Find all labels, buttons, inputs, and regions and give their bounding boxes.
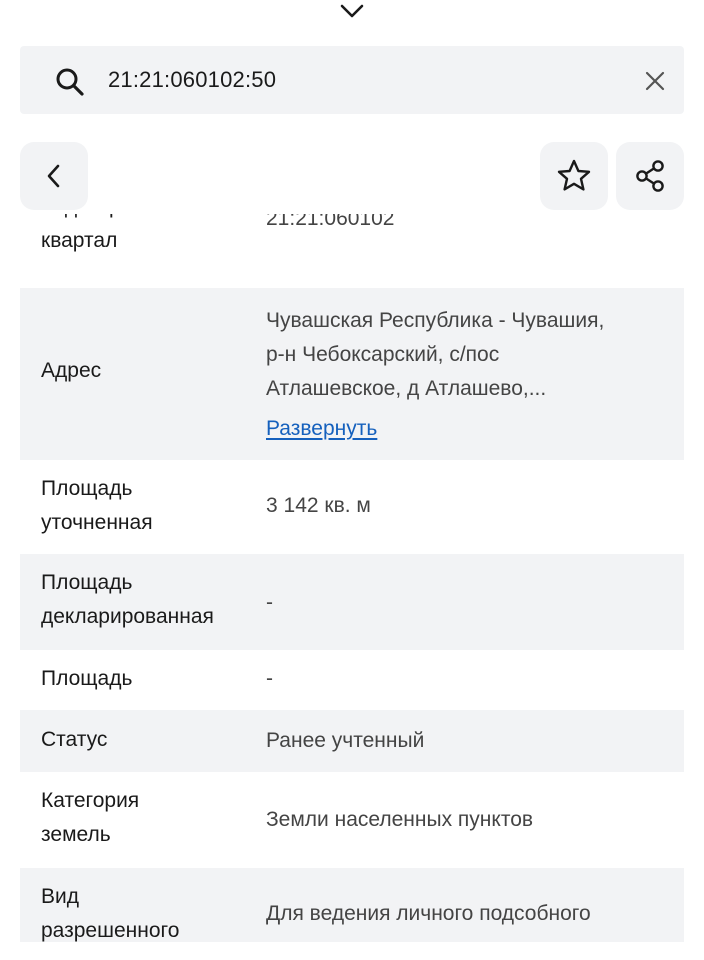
row-label: Адрес xyxy=(41,359,102,382)
row-label-line: земель xyxy=(41,823,111,846)
row-value: 21:21:060102 xyxy=(266,214,395,230)
address-line: Атлашевское, д Атлашево,... xyxy=(266,377,547,400)
table-row: Площадь уточненная 3 142 кв. м xyxy=(20,460,684,552)
chevron-down-icon xyxy=(340,4,364,18)
row-label: Категория земель xyxy=(41,784,251,852)
chevron-left-icon xyxy=(47,164,60,188)
row-value: Ранее учтенный xyxy=(266,729,425,752)
table-row: Площадь декларированная - xyxy=(20,554,684,650)
table-row: Вид разрешенного Для ведения личного под… xyxy=(20,868,684,942)
row-label-line: Категория xyxy=(41,789,140,812)
details-table[interactable]: Кадастровый квартал 21:21:060102 Адрес Ч… xyxy=(20,214,684,942)
search-icon xyxy=(56,68,84,96)
share-icon xyxy=(636,160,664,192)
row-value: 3 142 кв. м xyxy=(266,494,371,517)
address-line: Чувашская Республика - Чувашия, xyxy=(266,309,605,332)
row-label: Площадь декларированная xyxy=(41,566,271,634)
favorite-button[interactable] xyxy=(540,142,608,210)
row-value: - xyxy=(266,591,273,614)
row-label-line: Вид xyxy=(41,885,79,908)
table-row: Адрес Чувашская Республика - Чувашия, р-… xyxy=(20,288,684,460)
table-row: Площадь - xyxy=(20,650,684,710)
row-label-line: уточненная xyxy=(41,511,153,534)
row-label: Вид разрешенного xyxy=(41,880,251,942)
collapse-handle[interactable] xyxy=(336,0,368,22)
row-label: Кадастровый квартал xyxy=(41,214,170,252)
row-label-line: Площадь xyxy=(41,477,133,500)
back-button[interactable] xyxy=(20,142,88,210)
search-input[interactable]: 21:21:060102:50 xyxy=(108,46,276,114)
expand-link[interactable]: Развернуть xyxy=(266,417,377,440)
row-value: Чувашская Республика - Чувашия, р-н Чебо… xyxy=(266,304,666,446)
row-value: Для ведения личного подсобного xyxy=(266,902,591,925)
row-value: - xyxy=(266,667,273,690)
address-line: р-н Чебоксарский, с/пос xyxy=(266,343,500,366)
close-icon[interactable] xyxy=(642,68,668,94)
row-label-line: разрешенного xyxy=(41,919,180,942)
row-label: Статус xyxy=(41,728,108,751)
row-label: Площадь уточненная xyxy=(41,472,251,540)
star-icon xyxy=(557,159,591,191)
row-label-line: Площадь xyxy=(41,571,133,594)
row-label-line: декларированная xyxy=(41,605,214,628)
row-label: Площадь xyxy=(41,667,133,690)
row-value: Земли населенных пунктов xyxy=(266,808,534,831)
search-bar[interactable]: 21:21:060102:50 xyxy=(20,46,684,114)
table-row: Категория земель Земли населенных пункто… xyxy=(20,772,684,868)
table-row: Статус Ранее учтенный xyxy=(20,710,684,772)
table-row: Кадастровый квартал 21:21:060102 xyxy=(20,214,684,288)
share-button[interactable] xyxy=(616,142,684,210)
bottom-edge xyxy=(0,942,704,960)
